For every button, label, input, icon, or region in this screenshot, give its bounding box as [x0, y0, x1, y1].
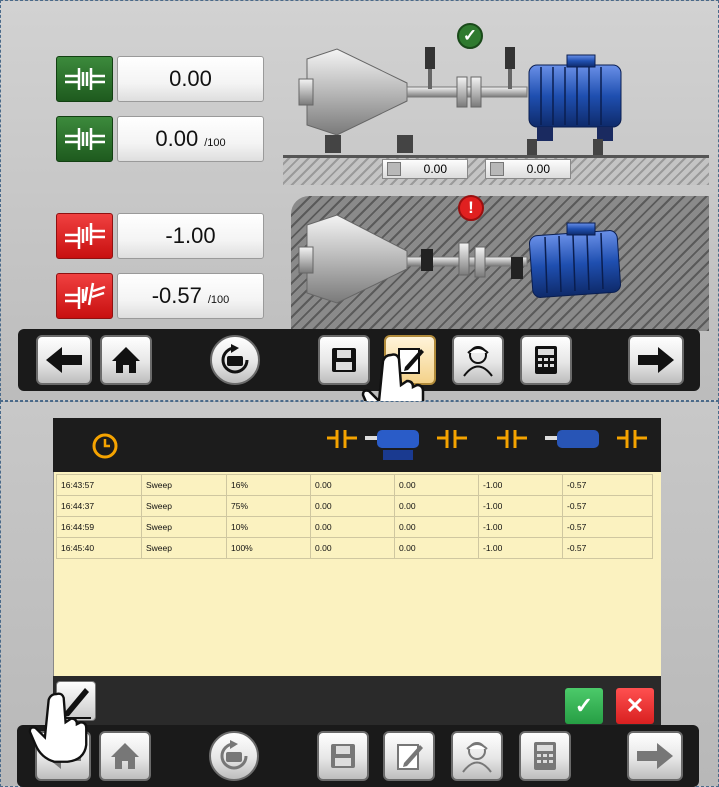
calculator-icon [535, 346, 557, 374]
value-unit: /100 [207, 294, 230, 306]
save-button[interactable] [317, 731, 369, 781]
cell-mode: Sweep [141, 537, 227, 559]
cell-value: 0.00 [394, 474, 479, 496]
edit-note-icon [397, 744, 423, 770]
coupling-angle-icon [56, 116, 113, 162]
value-unit: /100 [204, 137, 226, 149]
cell-value: -1.00 [478, 537, 563, 559]
save-icon [331, 744, 355, 768]
next-button[interactable] [627, 731, 683, 781]
operator-icon [462, 742, 492, 773]
cell-value: 0.00 [394, 516, 479, 538]
value-text: -1.00 [165, 223, 216, 248]
cancel-button[interactable]: ✕ [616, 688, 654, 724]
calculator-button[interactable] [520, 335, 572, 385]
cell-value: -1.00 [478, 474, 563, 496]
value-text: 0.00 [169, 66, 212, 91]
sensor-readout-1: 0.00 [382, 159, 468, 179]
cell-value: 0.00 [310, 495, 395, 517]
main-toolbar-bottom [17, 725, 699, 787]
arrow-left-icon [46, 347, 82, 373]
sensor-readout-2: 0.00 [485, 159, 571, 179]
operator-button[interactable] [451, 731, 503, 781]
cell-percent: 16% [226, 474, 311, 496]
save-icon [332, 348, 356, 372]
cell-percent: 75% [226, 495, 311, 517]
main-toolbar [18, 329, 700, 391]
readout-value: 0.00 [423, 162, 447, 176]
value-text: -0.57 [151, 283, 202, 308]
calculator-icon [534, 742, 556, 770]
coupling-offset-icon [56, 213, 113, 259]
operator-button[interactable] [452, 335, 504, 385]
value-row-horizontal-angle: 0.00 /100 [56, 116, 264, 162]
value-box: -0.57 /100 [117, 273, 264, 319]
calculator-button[interactable] [519, 731, 571, 781]
cell-value: 0.00 [394, 537, 479, 559]
cell-value: -1.00 [478, 516, 563, 538]
table-row[interactable]: 16:44:59 Sweep 10% 0.00 0.00 -1.00 -0.57 [56, 516, 653, 538]
table-row[interactable]: 16:44:37 Sweep 75% 0.00 0.00 -1.00 -0.57 [56, 495, 653, 517]
history-header [53, 418, 661, 472]
coupling-angle-icon [56, 273, 113, 319]
rotate-machine-icon [220, 740, 248, 770]
history-table: 16:43:57 Sweep 16% 0.00 0.00 -1.00 -0.57 16:44… [56, 474, 653, 559]
machine-train-horizontal [298, 47, 622, 155]
confirm-button[interactable]: ✓ [565, 688, 603, 724]
table-row[interactable]: 16:43:57 Sweep 16% 0.00 0.00 -1.00 -0.57 [56, 474, 653, 496]
cell-value: -1.00 [478, 495, 563, 517]
value-text: 0.00 [155, 126, 199, 151]
value-box: 0.00 /100 [117, 116, 264, 162]
cell-value: 0.00 [310, 537, 395, 559]
rotate-machine-icon [221, 344, 249, 374]
cell-value: -0.57 [562, 516, 653, 538]
readout-value: 0.00 [526, 162, 550, 176]
value-row-vertical-offset: -1.00 [56, 213, 264, 259]
close-icon: ✕ [625, 693, 645, 718]
arrow-right-icon [638, 347, 674, 373]
cell-value: -0.57 [562, 474, 653, 496]
table-row[interactable]: 16:45:40 Sweep 100% 0.00 0.00 -1.00 -0.57 [56, 537, 653, 559]
machine-train-misaligned [298, 214, 622, 304]
rotate-machine-button[interactable] [210, 335, 260, 385]
edit-note-button[interactable] [383, 731, 435, 781]
cell-value: 0.00 [394, 495, 479, 517]
value-row-vertical-angle: -0.57 /100 [56, 273, 264, 319]
operator-icon [463, 346, 493, 377]
cell-value: 0.00 [310, 516, 395, 538]
next-button[interactable] [628, 335, 684, 385]
cell-time: 16:44:37 [56, 495, 142, 517]
history-table-area: 16:43:57 Sweep 16% 0.00 0.00 -1.00 -0.57 16:44… [53, 472, 661, 676]
home-icon [111, 743, 139, 769]
cell-value: -0.57 [562, 537, 653, 559]
cell-mode: Sweep [141, 495, 227, 517]
shim-icon [490, 162, 504, 176]
cell-time: 16:43:57 [56, 474, 142, 496]
cell-mode: Sweep [141, 516, 227, 538]
back-button[interactable] [36, 335, 92, 385]
hand-pointer-icon [28, 692, 88, 763]
rotate-machine-button[interactable] [209, 731, 259, 781]
cell-percent: 10% [226, 516, 311, 538]
home-icon [112, 347, 140, 373]
coupling-columns-icon [327, 430, 647, 460]
home-button[interactable] [100, 335, 152, 385]
alignment-results-screen: 0.00 0.00 /100 -1.00 -0.57 /100 ✓ 0.00 0… [0, 0, 719, 429]
cell-time: 16:44:59 [56, 516, 142, 538]
arrow-right-icon [637, 743, 673, 769]
coupling-offset-icon [56, 56, 113, 102]
cell-value: 0.00 [310, 474, 395, 496]
cell-percent: 100% [226, 537, 311, 559]
cell-value: -0.57 [562, 495, 653, 517]
home-button[interactable] [99, 731, 151, 781]
value-box: 0.00 [117, 56, 264, 102]
shim-icon [387, 162, 401, 176]
value-row-horizontal-offset: 0.00 [56, 56, 264, 102]
cell-time: 16:45:40 [56, 537, 142, 559]
check-icon: ✓ [574, 693, 594, 718]
value-box: -1.00 [117, 213, 264, 259]
clock-icon [92, 433, 118, 459]
cell-mode: Sweep [141, 474, 227, 496]
